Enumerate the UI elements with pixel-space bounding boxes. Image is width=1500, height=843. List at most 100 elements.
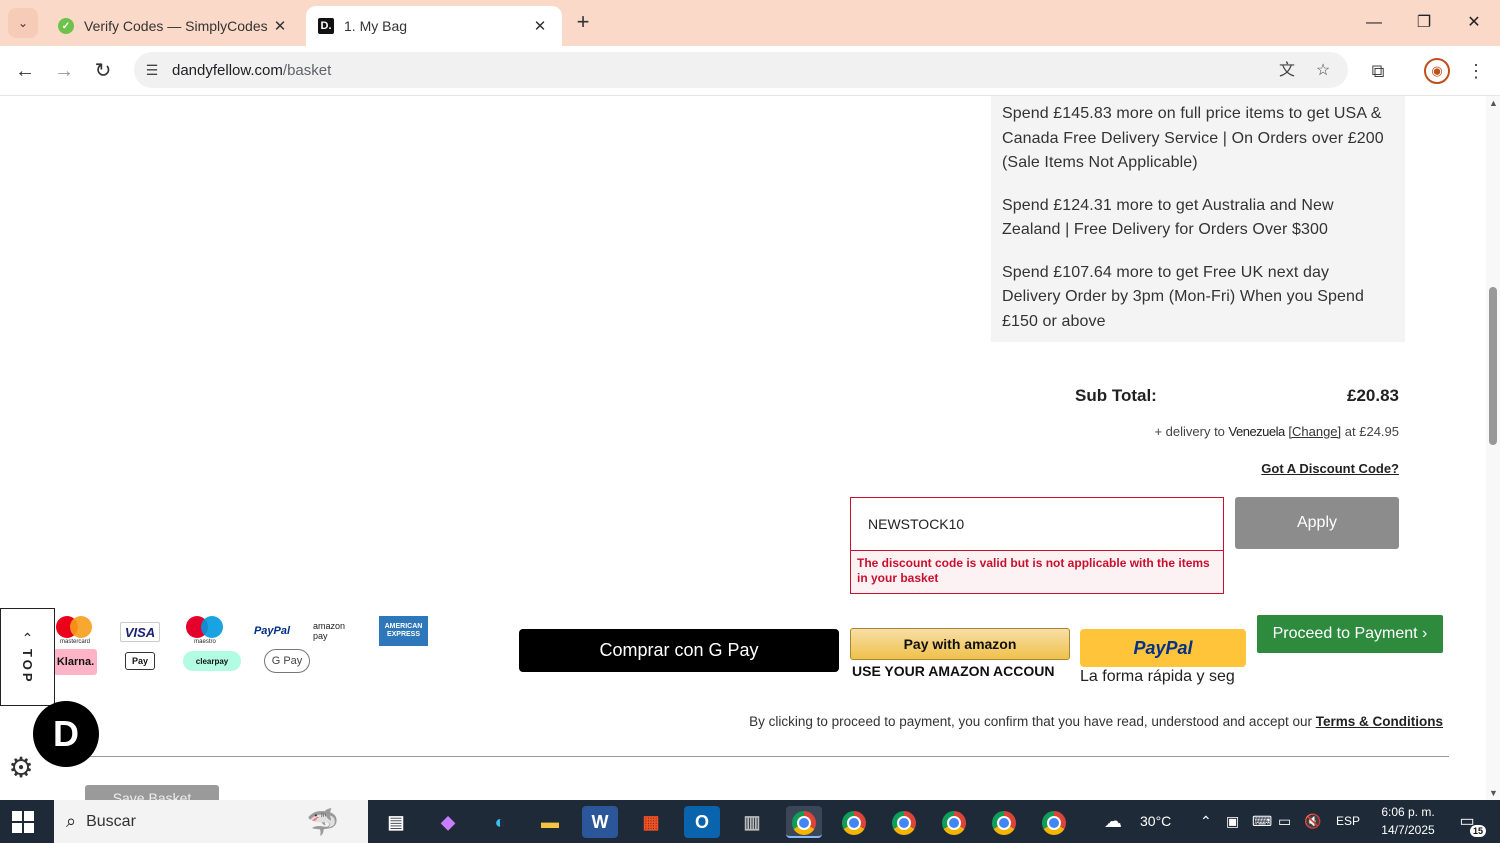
menu-kebab-icon[interactable]: ⋮ <box>1463 58 1489 84</box>
delivery-message: Spend £124.31 more to get Australia and … <box>1002 196 1334 239</box>
terms-conditions-link[interactable]: Terms & Conditions <box>1316 714 1443 729</box>
minimize-icon[interactable]: — <box>1354 8 1394 38</box>
reload-icon[interactable]: ↻ <box>88 56 118 86</box>
apple-pay-icon: Pay <box>125 652 155 670</box>
tray-chevron-up-icon[interactable]: ⌃ <box>1200 800 1212 843</box>
url-path: /basket <box>282 61 332 79</box>
klarna-icon: Klarna. <box>54 649 97 675</box>
browser-toolbar: ← → ↻ ☰ dandyfellow.com/basket 文 ☆ ⧉ ◉ ⋮ <box>0 46 1500 96</box>
tab-search-button[interactable]: ⌄ <box>8 8 38 38</box>
profile-icon[interactable]: ◉ <box>1424 58 1450 84</box>
chrome-icon[interactable] <box>936 806 972 838</box>
scroll-down-icon[interactable]: ▼ <box>1489 788 1498 798</box>
simplycodes-icon: ✓ <box>58 18 74 34</box>
weather-icon[interactable]: ☁ <box>1104 800 1122 843</box>
file-explorer-icon[interactable]: ▬ <box>532 806 568 838</box>
edge-icon[interactable]: ◐ <box>482 806 518 838</box>
restore-icon[interactable]: ❐ <box>1404 8 1444 38</box>
taskbar-search-placeholder: Buscar <box>86 812 136 830</box>
scroll-thumb[interactable] <box>1489 287 1497 445</box>
close-icon[interactable]: ✕ <box>530 17 550 35</box>
notification-count: 15 <box>1469 825 1486 837</box>
chevron-down-icon: ⌄ <box>17 16 29 30</box>
volume-mute-icon[interactable]: 🔇 <box>1304 800 1321 843</box>
outlook-icon[interactable]: O <box>684 806 720 838</box>
dandyfellow-chat-logo[interactable]: D <box>33 701 99 767</box>
google-pay-button[interactable]: Comprar con G Pay <box>519 629 839 672</box>
meet-icon[interactable]: ▣ <box>1226 800 1239 843</box>
windows-start-icon[interactable] <box>12 811 34 833</box>
paypal-button[interactable]: PayPal <box>1080 629 1246 667</box>
visa-icon: VISA <box>120 622 160 642</box>
chrome-icon[interactable] <box>886 806 922 838</box>
url-text[interactable]: dandyfellow.com/basket <box>172 62 331 79</box>
close-icon[interactable]: ✕ <box>270 17 290 35</box>
extensions-icon[interactable]: ⧉ <box>1365 58 1391 84</box>
task-view-icon[interactable]: ▤ <box>378 806 414 838</box>
address-bar[interactable]: ☰ dandyfellow.com/basket 文 ☆ <box>134 52 1348 88</box>
dandyfellow-icon: D. <box>318 18 334 34</box>
proceed-to-payment-button[interactable]: Proceed to Payment › <box>1257 615 1443 653</box>
mastercard-icon: mastercard <box>54 616 96 646</box>
paypal-logo-icon: PayPal <box>253 625 291 637</box>
amex-icon: AMERICAN EXPRESS <box>379 616 428 646</box>
tab-title: Verify Codes — SimplyCodes <box>84 18 268 34</box>
delivery-cost-line: + delivery to Venezuela [Change] at £24.… <box>1154 424 1399 439</box>
delivery-message: Spend £145.83 more on full price items t… <box>1002 105 1384 171</box>
page-viewport: Spend £145.83 more on full price items t… <box>0 96 1486 800</box>
discount-error-message: The discount code is valid but is not ap… <box>851 550 1223 593</box>
discount-field-wrapper: The discount code is valid but is not ap… <box>850 497 1224 594</box>
store-icon[interactable]: ▦ <box>633 806 669 838</box>
back-to-top-button[interactable]: ⌃ TOP <box>0 608 55 706</box>
gear-icon[interactable]: ⚙ <box>6 753 36 783</box>
terms-notice-text: By clicking to proceed to payment, you c… <box>749 714 1312 729</box>
delivery-prefix: + delivery to <box>1154 424 1225 439</box>
amazon-pay-button[interactable]: Pay with amazon <box>850 628 1070 660</box>
network-icon[interactable]: ▭ <box>1278 800 1291 843</box>
calculator-icon[interactable]: ▥ <box>734 806 770 838</box>
delivery-country: Venezuela <box>1228 424 1286 439</box>
bookmark-star-icon[interactable]: ☆ <box>1312 60 1334 82</box>
chrome-icon[interactable] <box>836 806 872 838</box>
scroll-up-icon[interactable]: ▲ <box>1489 98 1498 108</box>
taskbar-clock[interactable]: 6:06 p. m. 14/7/2025 <box>1368 803 1448 839</box>
forward-icon[interactable]: → <box>49 56 79 86</box>
site-info-icon[interactable]: ☰ <box>142 62 162 79</box>
google-pay-icon: G Pay <box>264 649 310 673</box>
chrome-icon[interactable] <box>986 806 1022 838</box>
back-icon[interactable]: ← <box>10 56 40 86</box>
search-icon: ⌕ <box>66 811 77 831</box>
tab-title: 1. My Bag <box>344 18 408 34</box>
chevron-up-icon: ⌃ <box>21 629 34 646</box>
clock-time: 6:06 p. m. <box>1381 805 1435 819</box>
apply-button[interactable]: Apply <box>1235 497 1399 549</box>
word-icon[interactable]: W <box>582 806 618 838</box>
new-tab-button[interactable]: + <box>570 10 596 36</box>
maestro-label: maestro <box>194 639 216 645</box>
save-basket-button[interactable]: Save Basket <box>85 785 219 800</box>
terms-notice: By clicking to proceed to payment, you c… <box>749 714 1443 729</box>
ime-icon[interactable]: ⌨ <box>1252 800 1272 843</box>
chrome-icon[interactable] <box>786 806 822 838</box>
chrome-icon[interactable] <box>1036 806 1072 838</box>
clock-date: 14/7/2025 <box>1381 823 1435 837</box>
change-country-link[interactable]: [Change] <box>1288 424 1341 439</box>
discount-code-input[interactable] <box>851 498 1223 550</box>
mastercard-label: mastercard <box>59 639 90 645</box>
tab-simplycodes[interactable]: ✓ Verify Codes — SimplyCodes ✕ <box>46 6 302 46</box>
tab-my-bag[interactable]: D. 1. My Bag ✕ <box>306 6 562 46</box>
delivery-message: Spend £107.64 more to get Free UK next d… <box>1002 263 1365 330</box>
taskbar-search[interactable]: ⌕ Buscar 🦈 <box>54 800 368 843</box>
page-scrollbar[interactable]: ▲ ▼ <box>1486 96 1500 800</box>
copilot-icon[interactable]: ◆ <box>430 806 466 838</box>
close-window-icon[interactable]: ✕ <box>1454 8 1494 38</box>
delivery-suffix: at £24.95 <box>1344 424 1399 439</box>
url-domain: dandyfellow.com <box>172 61 283 79</box>
language-indicator[interactable]: ESP <box>1336 800 1360 843</box>
discount-code-link[interactable]: Got A Discount Code? <box>1261 461 1399 476</box>
subtotal-label: Sub Total: <box>1075 386 1157 405</box>
weather-temperature[interactable]: 30°C <box>1140 800 1171 843</box>
subtotal-value: £20.83 <box>1347 386 1399 405</box>
notification-icon[interactable]: ▭ 15 <box>1454 811 1486 837</box>
translate-icon[interactable]: 文 <box>1276 60 1298 82</box>
